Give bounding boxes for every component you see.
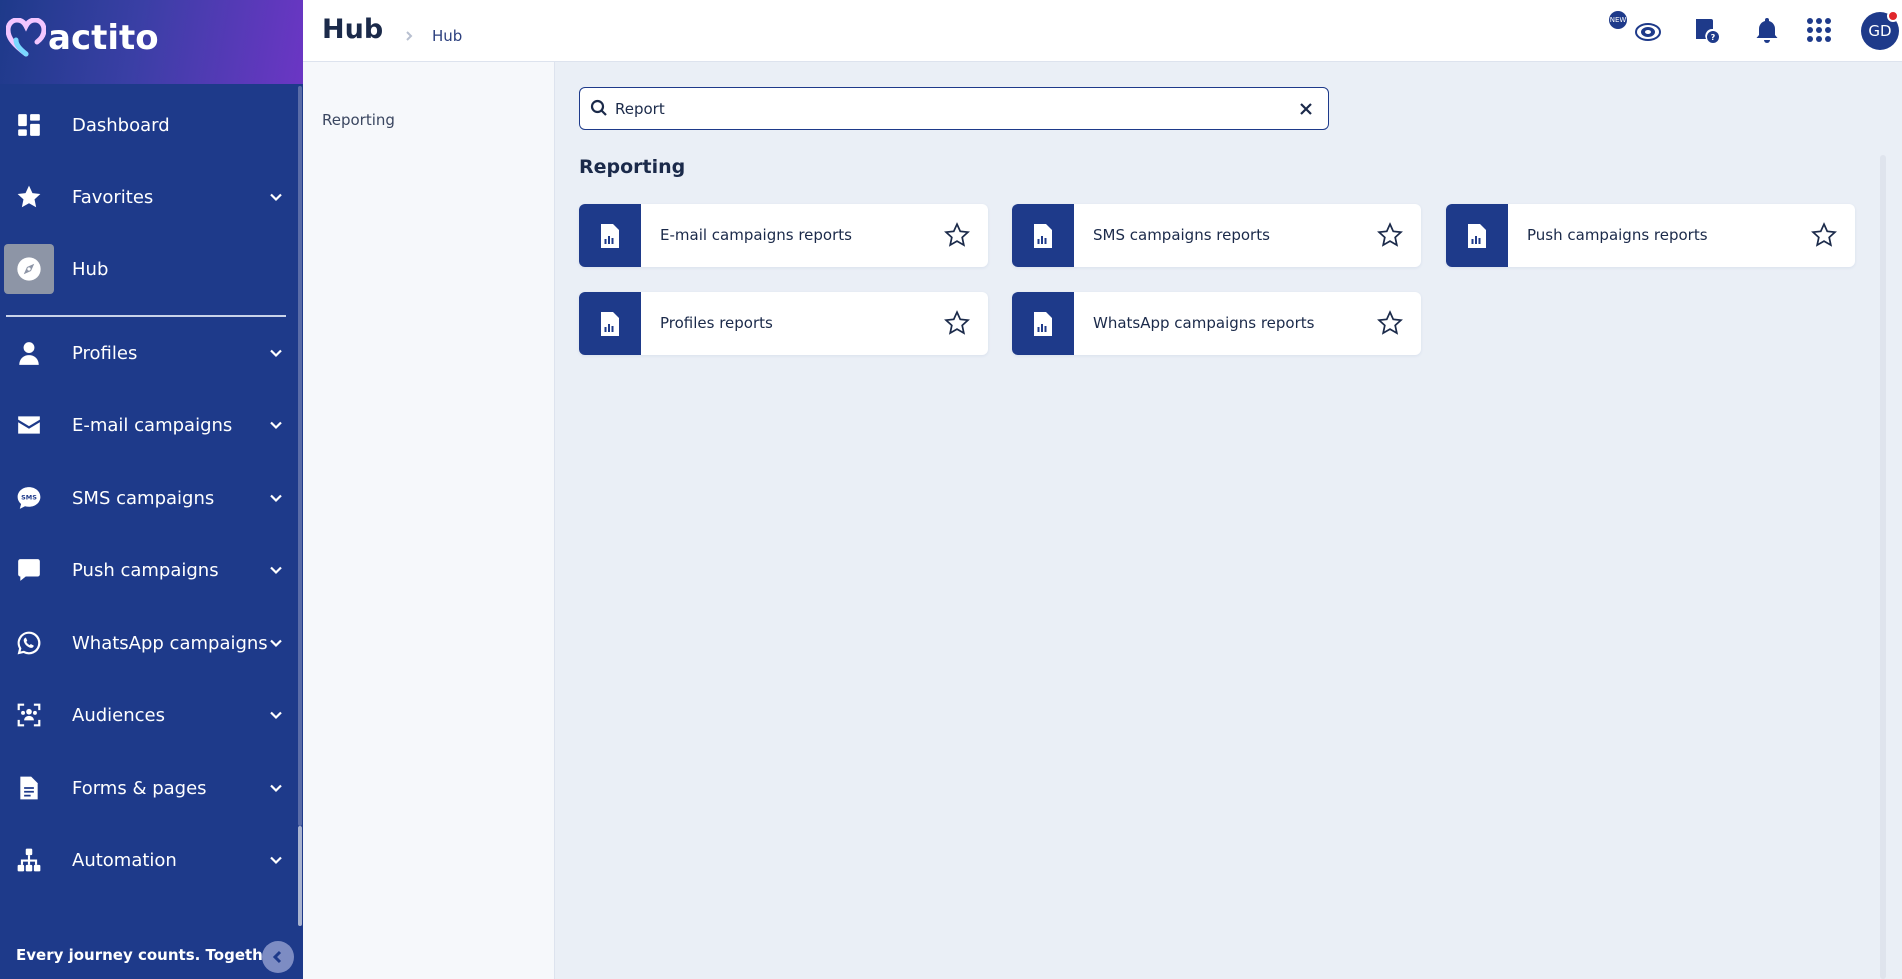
sidebar-item-sms-campaigns[interactable]: SMS SMS campaigns: [0, 470, 303, 526]
whats-new-badge: NEW: [1609, 11, 1627, 29]
sidebar-item-label: Favorites: [72, 186, 154, 208]
chevron-left-icon: [272, 950, 282, 964]
compass-icon: [4, 244, 54, 294]
sidebar-item-label: E-mail campaigns: [72, 414, 233, 436]
heart-logo-icon: [6, 18, 46, 57]
collapse-sidebar-button[interactable]: [262, 941, 294, 973]
sidebar-item-label: WhatsApp campaigns: [72, 632, 268, 654]
chevron-down-icon[interactable]: [266, 850, 286, 870]
svg-text:?: ?: [1711, 33, 1716, 42]
notifications-button[interactable]: [1749, 12, 1785, 48]
chevron-down-icon[interactable]: [266, 778, 286, 798]
logo-area: actito: [0, 0, 303, 84]
help-document-icon: ?: [1696, 19, 1719, 43]
sidebar-item-email-campaigns[interactable]: E-mail campaigns: [0, 397, 303, 453]
chevron-down-icon[interactable]: [266, 187, 286, 207]
dashboard-icon: [14, 110, 44, 140]
chevron-down-icon[interactable]: [266, 343, 286, 363]
sidebar-item-label: Forms & pages: [72, 777, 207, 799]
favorite-star-icon[interactable]: [1376, 221, 1404, 249]
favorite-star-icon[interactable]: [943, 221, 971, 249]
top-bar: Hub Hub NEW ? GD: [303, 0, 1902, 62]
sidebar-item-hub[interactable]: Hub: [0, 241, 303, 297]
brand-name: actito: [48, 18, 159, 58]
audience-icon: [14, 700, 44, 730]
chevron-down-icon[interactable]: [266, 633, 286, 653]
sidebar-item-audiences[interactable]: Audiences: [0, 687, 303, 743]
report-document-icon: [1012, 204, 1074, 267]
sidebar-item-label: Automation: [72, 849, 177, 871]
svg-text:SMS: SMS: [21, 494, 37, 502]
clear-search-button[interactable]: [1296, 99, 1316, 119]
category-link-reporting[interactable]: Reporting: [322, 111, 395, 129]
card-label: E-mail campaigns reports: [660, 226, 852, 244]
card-label: Profiles reports: [660, 314, 773, 332]
chevron-down-icon[interactable]: [266, 488, 286, 508]
sidebar-item-forms-pages[interactable]: Forms & pages: [0, 760, 303, 816]
sidebar-item-profiles[interactable]: Profiles: [0, 325, 303, 381]
envelope-icon: [14, 410, 44, 440]
report-document-icon: [1446, 204, 1508, 267]
main-scrollbar[interactable]: [1880, 155, 1886, 979]
sidebar: actito Dashboard Favorites Hub Profiles …: [0, 0, 303, 979]
sidebar-divider: [6, 315, 286, 317]
sidebar-item-favorites[interactable]: Favorites: [0, 169, 303, 225]
search-input[interactable]: [615, 96, 1275, 122]
chat-bubble-icon: [14, 555, 44, 585]
chevron-down-icon[interactable]: [266, 705, 286, 725]
document-icon: [14, 773, 44, 803]
card-label: WhatsApp campaigns reports: [1093, 314, 1315, 332]
report-document-icon: [1012, 292, 1074, 355]
sidebar-item-label: Hub: [72, 258, 109, 280]
sidebar-item-label: Audiences: [72, 704, 165, 726]
notification-dot: [1887, 10, 1899, 22]
grid-icon: [1807, 18, 1831, 42]
bell-icon: [1756, 18, 1778, 43]
sidebar-item-automation[interactable]: Automation: [0, 832, 303, 888]
apps-menu-button[interactable]: [1801, 12, 1837, 48]
chevron-down-icon[interactable]: [266, 415, 286, 435]
chevron-right-icon: [404, 26, 416, 41]
sidebar-item-push-campaigns[interactable]: Push campaigns: [0, 542, 303, 598]
star-icon: [14, 182, 44, 212]
hub-category-panel: Reporting: [303, 62, 555, 979]
person-icon: [14, 338, 44, 368]
actito-logo[interactable]: actito: [6, 18, 159, 58]
card-whatsapp-campaigns-reports[interactable]: WhatsApp campaigns reports: [1012, 292, 1421, 355]
card-email-campaigns-reports[interactable]: E-mail campaigns reports: [579, 204, 988, 267]
whatsapp-icon: [14, 628, 44, 658]
sidebar-item-label: Profiles: [72, 342, 138, 364]
breadcrumb[interactable]: Hub: [432, 27, 462, 45]
card-label: Push campaigns reports: [1527, 226, 1708, 244]
whats-new-button[interactable]: [1629, 12, 1665, 48]
workflow-icon: [14, 845, 44, 875]
sidebar-item-label: Push campaigns: [72, 559, 219, 581]
card-profiles-reports[interactable]: Profiles reports: [579, 292, 988, 355]
card-sms-campaigns-reports[interactable]: SMS campaigns reports: [1012, 204, 1421, 267]
section-title: Reporting: [579, 156, 686, 178]
card-label: SMS campaigns reports: [1093, 226, 1270, 244]
sidebar-item-whatsapp-campaigns[interactable]: WhatsApp campaigns: [0, 615, 303, 671]
favorite-star-icon[interactable]: [943, 309, 971, 337]
card-push-campaigns-reports[interactable]: Push campaigns reports: [1446, 204, 1855, 267]
close-icon: [1300, 103, 1312, 115]
sidebar-item-label: SMS campaigns: [72, 487, 215, 509]
report-document-icon: [579, 292, 641, 355]
favorite-star-icon[interactable]: [1810, 221, 1838, 249]
sidebar-item-label: Dashboard: [72, 114, 170, 136]
eye-icon: [1635, 23, 1661, 41]
help-button[interactable]: ?: [1688, 12, 1724, 48]
brand-tagline: Every journey counts. Together.: [16, 946, 284, 964]
sms-bubble-icon: SMS: [14, 483, 44, 513]
page-title: Hub: [322, 14, 384, 45]
search-icon: [590, 99, 608, 117]
sidebar-item-dashboard[interactable]: Dashboard: [0, 97, 303, 153]
chevron-down-icon[interactable]: [266, 560, 286, 580]
report-document-icon: [579, 204, 641, 267]
favorite-star-icon[interactable]: [1376, 309, 1404, 337]
search-box: [579, 87, 1329, 130]
